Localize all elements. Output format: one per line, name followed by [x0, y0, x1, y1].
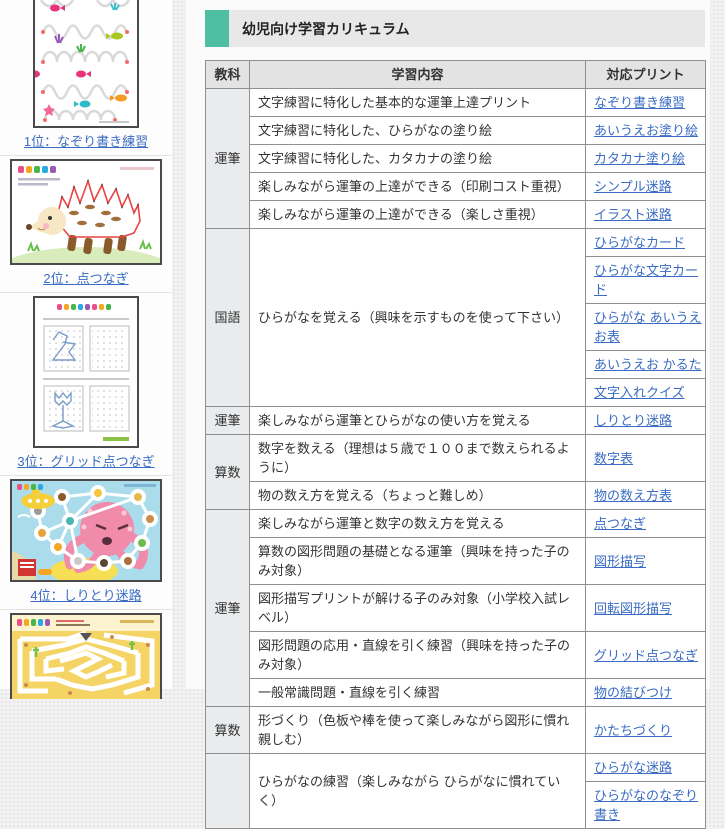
print-link[interactable]: 図形描写	[594, 554, 646, 569]
subject-cell: 算数	[205, 706, 250, 754]
content-cell: 楽しみながら運筆の上達ができる（印刷コスト重視）	[249, 172, 586, 201]
ranking-link-4[interactable]: 4位：しりとり迷路	[30, 587, 141, 605]
hedgehog-dot-to-dot-worksheet-image	[12, 161, 160, 263]
content-cell: 物の数え方を覚える（ちょっと難しめ）	[249, 481, 586, 510]
content-cell: 算数の図形問題の基礎となる運筆（興味を持った子のみ対象）	[249, 537, 586, 585]
subject-cell: 運筆	[205, 88, 250, 229]
page-header: 幼児向け学習カリキュラム	[205, 10, 705, 47]
print-link[interactable]: 文字入れクイズ	[594, 385, 685, 400]
print-link[interactable]: シンプル迷路	[594, 179, 672, 194]
page-title: 幼児向け学習カリキュラム	[242, 20, 410, 37]
content-cell: 形づくり（色板や棒を使って楽しみながら図形に慣れ親しむ）	[249, 706, 586, 754]
table-row: 物の数え方を覚える（ちょっと難しめ） 物の数え方表	[206, 481, 706, 510]
table-row: 文字練習に特化した、カタカナの塗り絵 カタカナ塗り絵	[206, 144, 706, 173]
print-link[interactable]: ひらがな文字カード	[594, 263, 698, 297]
ranking-item-3: 3位：グリッド点つなぎ	[0, 293, 172, 476]
table-row: 算数の図形問題の基礎となる運筆（興味を持った子のみ対象） 図形描写	[206, 537, 706, 585]
print-link[interactable]: 点つなぎ	[594, 516, 646, 531]
print-link[interactable]: 回転図形描写	[594, 601, 672, 616]
content-cell: ひらがなを覚える（興味を示すものを使って下さい）	[249, 228, 586, 407]
print-link[interactable]: グリッド点つなぎ	[594, 648, 698, 663]
print-link[interactable]: あいうえお塗り絵	[594, 123, 698, 138]
tracing-practice-thumbnail[interactable]	[33, 0, 139, 128]
adventure-maze-thumbnail[interactable]	[10, 613, 162, 699]
print-link[interactable]: 数字表	[594, 451, 633, 466]
ranking-sidebar: 1位：なぞり書き練習 2位：点つなぎ 3位：グリッド点つなぎ 4位：しりとり迷路	[0, 0, 172, 699]
subject-cell: 算数	[205, 434, 250, 510]
content-cell: 数字を数える（理想は５歳で１００まで数えられるように）	[249, 434, 586, 482]
subject-cell	[205, 753, 250, 829]
subject-cell: 運筆	[205, 406, 250, 435]
table-row: 運筆 文字練習に特化した基本的な運筆上達プリント なぞり書き練習	[205, 88, 706, 229]
content-cell: 楽しみながら運筆の上達ができる（楽しさ重視）	[249, 200, 586, 229]
curriculum-table: 教科 学習内容 対応プリント 運筆 文字練習に特化した基本的な運筆上達プリント …	[205, 60, 706, 829]
print-link[interactable]: あいうえお かるた	[594, 357, 702, 372]
subject-cell: 国語	[205, 228, 250, 407]
header-bar: 幼児向け学習カリキュラム	[229, 10, 705, 47]
print-link[interactable]: ひらがなのなぞり書き	[594, 788, 698, 822]
main-content: 幼児向け学習カリキュラム 教科 学習内容 対応プリント 運筆 文字練習に特化した…	[186, 0, 710, 829]
grid-dot-to-dot-worksheet-image	[35, 298, 137, 446]
column-header-print: 対応プリント	[585, 60, 706, 89]
table-row: 図形描写プリントが解ける子のみ対象（小学校入試レベル） 回転図形描写	[206, 584, 706, 632]
tracing-practice-worksheet-image	[35, 0, 137, 126]
table-header-row: 教科 学習内容 対応プリント	[205, 60, 706, 89]
shiritori-maze-thumbnail[interactable]	[10, 479, 162, 582]
ranking-link-2[interactable]: 2位：点つなぎ	[43, 270, 128, 288]
print-link[interactable]: なぞり書き練習	[594, 95, 685, 110]
content-cell: 図形問題の応用・直線を引く練習（興味を持った子のみ対象）	[249, 631, 586, 679]
content-cell: 文字練習に特化した基本的な運筆上達プリント	[249, 88, 586, 117]
shiritori-maze-worksheet-image	[12, 481, 160, 580]
print-link[interactable]: ひらがなカード	[594, 235, 685, 250]
content-cell: 楽しみながら運筆とひらがなの使い方を覚える	[249, 406, 586, 435]
print-link[interactable]: かたちづくり	[594, 723, 672, 738]
table-row: 楽しみながら運筆の上達ができる（印刷コスト重視） シンプル迷路	[206, 172, 706, 201]
content-cell: 一般常識問題・直線を引く練習	[249, 678, 586, 707]
dot-to-dot-thumbnail[interactable]	[10, 159, 162, 265]
ranking-item-5	[0, 610, 172, 703]
print-link[interactable]: ひらがな あいうえお表	[594, 310, 702, 344]
table-row: 運筆 楽しみながら運筆とひらがなの使い方を覚える しりとり迷路	[205, 406, 706, 435]
table-row: 算数 数字を数える（理想は５歳で１００まで数えられるように） 数字表	[205, 434, 706, 510]
table-row: 算数 形づくり（色板や棒を使って楽しみながら図形に慣れ親しむ） かたちづくり	[205, 706, 706, 754]
content-cell: 楽しみながら運筆と数字の数え方を覚える	[249, 509, 586, 538]
header-accent-square	[205, 10, 229, 47]
ranking-item-2: 2位：点つなぎ	[0, 156, 172, 293]
ranking-link-3[interactable]: 3位：グリッド点つなぎ	[17, 453, 154, 471]
ranking-item-1: 1位：なぞり書き練習	[0, 0, 172, 156]
rainbow-title-marks	[18, 166, 56, 173]
table-row: 一般常識問題・直線を引く練習 物の結びつけ	[206, 678, 706, 707]
print-link[interactable]: カタカナ塗り絵	[594, 151, 685, 166]
ranking-item-4: 4位：しりとり迷路	[0, 476, 172, 610]
content-cell: 文字練習に特化した、ひらがなの塗り絵	[249, 116, 586, 145]
table-row: ひらがなの練習（楽しみながら ひらがなに慣れていく） ひらがな迷路	[205, 753, 706, 829]
ranking-link-1[interactable]: 1位：なぞり書き練習	[24, 133, 148, 151]
subject-cell: 運筆	[205, 509, 250, 707]
content-cell: 図形描写プリントが解ける子のみ対象（小学校入試レベル）	[249, 584, 586, 632]
adventure-maze-worksheet-image	[12, 615, 160, 699]
table-row: 運筆 楽しみながら運筆と数字の数え方を覚える 点つなぎ	[205, 509, 706, 707]
grid-dot-to-dot-thumbnail[interactable]	[33, 296, 139, 448]
table-row: 文字練習に特化した、ひらがなの塗り絵 あいうえお塗り絵	[206, 116, 706, 145]
column-header-content: 学習内容	[249, 60, 586, 89]
print-link[interactable]: ひらがな迷路	[594, 760, 672, 775]
content-cell: ひらがなの練習（楽しみながら ひらがなに慣れていく）	[249, 753, 586, 829]
print-link[interactable]: 物の結びつけ	[594, 685, 672, 700]
table-row: 図形問題の応用・直線を引く練習（興味を持った子のみ対象） グリッド点つなぎ	[206, 631, 706, 679]
table-row: 楽しみながら運筆の上達ができる（楽しさ重視） イラスト迷路	[206, 200, 706, 229]
print-link[interactable]: イラスト迷路	[594, 207, 672, 222]
table-row: 国語 ひらがなを覚える（興味を示すものを使って下さい） ひらがなカード	[205, 228, 706, 407]
print-link[interactable]: しりとり迷路	[594, 413, 672, 428]
print-link[interactable]: 物の数え方表	[594, 488, 672, 503]
column-header-subject: 教科	[205, 60, 250, 89]
content-cell: 文字練習に特化した、カタカナの塗り絵	[249, 144, 586, 173]
